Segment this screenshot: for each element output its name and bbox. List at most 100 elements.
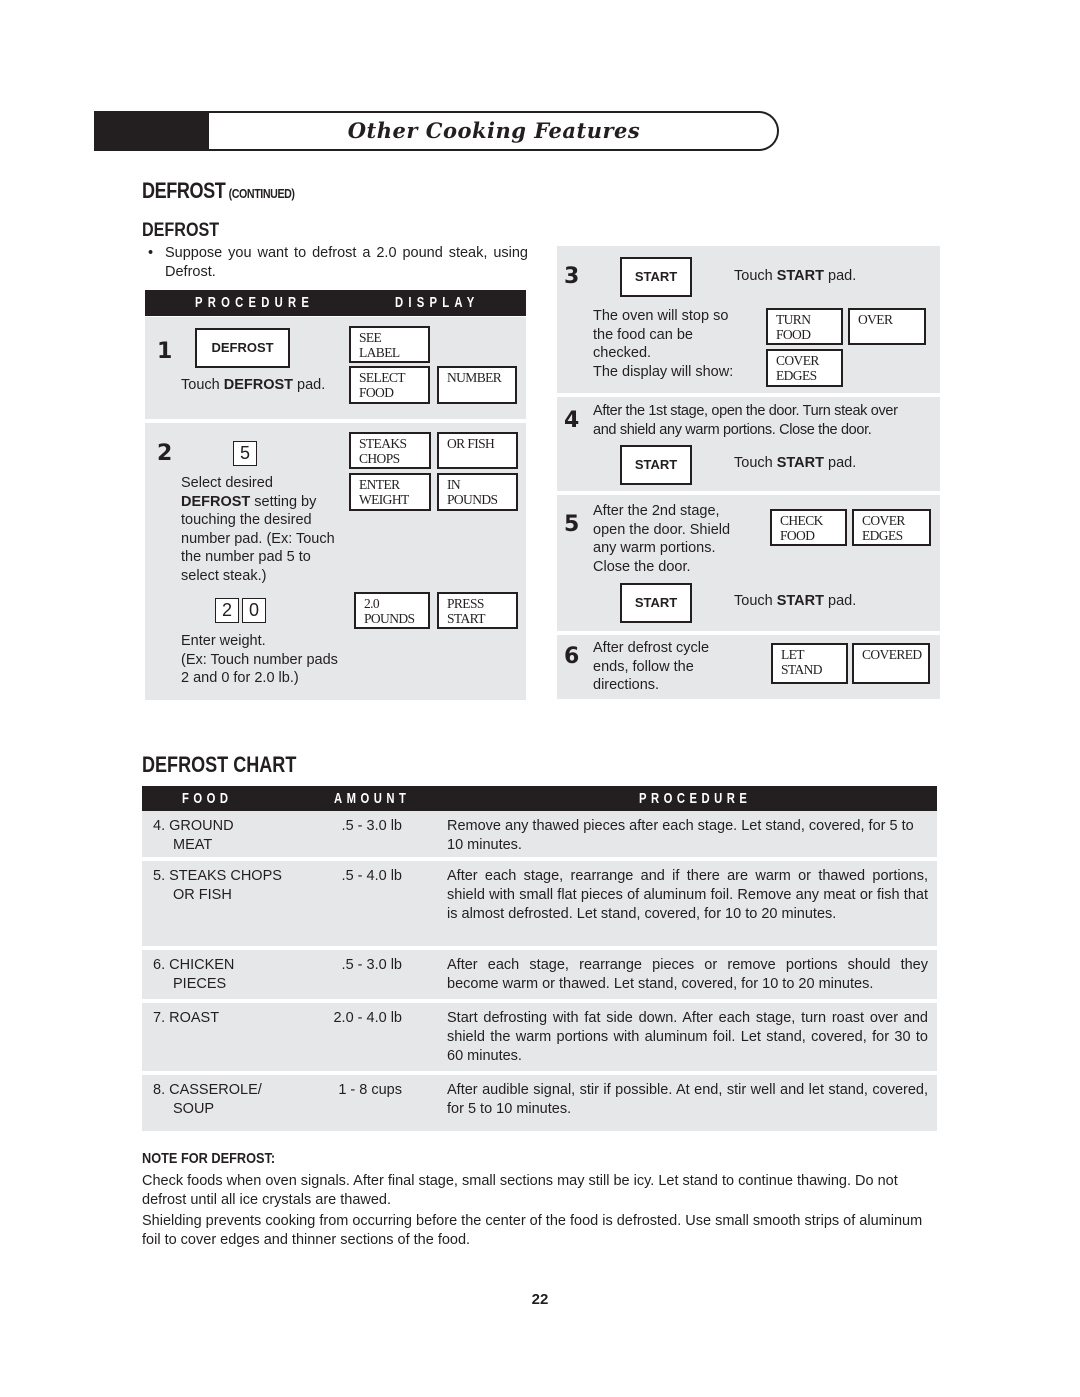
amount-cell: 2.0 - 4.0 lb: [333, 1010, 402, 1026]
display-line: COVER: [776, 353, 819, 368]
start-pad-button[interactable]: START: [620, 583, 692, 623]
section-title-text: DEFROST: [142, 178, 226, 203]
text-line: ends, follow the: [593, 658, 694, 675]
number-pad-2-key[interactable]: 2: [215, 598, 239, 623]
number-pad-0-key[interactable]: 0: [242, 598, 266, 623]
display-line: SELECT: [359, 370, 406, 385]
text-line: open the door. Shield: [593, 521, 731, 538]
food-name-cont: PIECES: [173, 976, 227, 992]
display-line: IN: [447, 477, 461, 492]
food-name: 6. CHICKEN: [153, 957, 235, 973]
text: setting by: [250, 493, 317, 510]
text: pad.: [293, 377, 326, 393]
display-line: POUNDS: [364, 611, 415, 626]
step-5-instruction: After the 2nd stage, open the door. Shie…: [593, 502, 763, 576]
food-cell: 8. CASSEROLE/SOUP: [153, 1081, 303, 1119]
intro-sentence: Suppose you want to defrost a 2.0 pound …: [165, 245, 528, 280]
text-line: After the 1st stage, open the door. Turn…: [593, 403, 898, 419]
text-line: number pad. (Ex: Touch: [181, 530, 335, 547]
step-3-instruction: The oven will stop so the food can be ch…: [593, 307, 763, 381]
step-6-instruction: After defrost cycle ends, follow the dir…: [593, 639, 763, 695]
food-cell: 7. ROAST: [153, 1009, 303, 1028]
text-line: the number pad 5 to: [181, 549, 311, 565]
display-line: COVER: [862, 513, 905, 528]
text: Touch: [734, 455, 777, 471]
chart-row: 6. CHICKEN PIECES .5 - 3.0 lb After each …: [142, 950, 937, 999]
display-line: POUNDS: [447, 492, 498, 507]
display-line: EDGES: [776, 368, 817, 383]
step-1-panel: 1 DEFROST Touch DEFROST pad. SEE LABEL SE…: [145, 317, 526, 419]
display-panel: LET STAND: [771, 643, 848, 684]
display-panel: COVER EDGES: [852, 509, 931, 546]
step-number: 5: [564, 512, 580, 537]
chart-row: 4. GROUND MEAT .5 - 3.0 lb Remove any tha…: [142, 811, 937, 857]
display-panel: ENTER WEIGHT: [349, 473, 431, 511]
section-title: DEFROST (CONTINUED): [142, 178, 295, 204]
step-4-instruction: After the 1st stage, open the door. Turn…: [593, 402, 938, 439]
section-title-suffix: (CONTINUED): [228, 186, 295, 201]
header-procedure: PROCEDURE: [195, 294, 315, 311]
text: pad.: [824, 593, 857, 609]
text-bold: DEFROST: [181, 493, 251, 510]
step-number: 3: [564, 264, 580, 289]
amount-cell: .5 - 3.0 lb: [341, 818, 402, 834]
display-line: CHOPS: [359, 451, 400, 466]
display-line: COVERED: [862, 647, 922, 662]
procedure-cell: After each stage, rearrange pieces or re…: [447, 957, 928, 992]
step-2-instruction: Select desired DEFROST setting by touchi…: [181, 474, 361, 585]
amount-cell: .5 - 4.0 lb: [341, 868, 402, 884]
step-3-panel: 3 START Touch START pad. The oven will s…: [557, 246, 940, 393]
procedure-cell: Remove any thawed pieces after each stag…: [447, 818, 914, 853]
chart-header: FOOD AMOUNT PROCEDURE: [142, 786, 937, 811]
procedure-cell: Start defrosting with fat side down. Aft…: [447, 1010, 928, 1064]
display-line: START: [447, 611, 485, 626]
step-5-panel: 5 After the 2nd stage, open the door. Sh…: [557, 495, 940, 631]
chart-row: 7. ROAST 2.0 - 4.0 lb Start defrosting w…: [142, 1003, 937, 1071]
header-food: FOOD: [182, 790, 233, 807]
page-number: 22: [531, 1291, 549, 1308]
display-panel: PRESS START: [437, 592, 518, 629]
food-cell: 6. CHICKEN PIECES: [153, 956, 303, 994]
food-cell: 5. STEAKS CHOPS OR FISH: [153, 867, 303, 905]
display-panel: COVERED: [852, 643, 930, 684]
defrost-pad-button[interactable]: DEFROST: [195, 328, 290, 368]
display-line: TURN: [776, 312, 811, 327]
display-line: NUMBER: [447, 370, 502, 385]
food-name-cont: SOUP: [173, 1101, 215, 1117]
display-panel: 2.0 POUNDS: [354, 592, 430, 629]
page-title: Other Cooking Features: [347, 118, 641, 143]
text-line: 2 and 0 for 2.0 lb.): [181, 670, 299, 686]
step-1-instruction: Touch DEFROST pad.: [181, 376, 325, 395]
display-panel: COVER EDGES: [766, 349, 843, 387]
header-amount: AMOUNT: [334, 790, 411, 807]
text-bold: START: [776, 268, 824, 284]
start-pad-button[interactable]: START: [620, 257, 692, 297]
display-line: LET: [781, 647, 805, 662]
text-line: touching the desired: [181, 512, 312, 528]
display-line: FOOD: [359, 385, 394, 400]
display-line: FOOD: [776, 327, 811, 342]
step-number: 2: [157, 441, 173, 466]
display-panel: SELECT FOOD: [349, 366, 430, 404]
text-line: any warm portions.: [593, 540, 716, 556]
start-pad-button[interactable]: START: [620, 445, 692, 485]
step-6-panel: 6 After defrost cycle ends, follow the d…: [557, 635, 940, 699]
step-number: 4: [564, 408, 580, 433]
touch-start-instruction: Touch START pad.: [734, 592, 856, 611]
display-line: LABEL: [359, 345, 400, 360]
text-line: select steak.): [181, 567, 267, 584]
step-2-panel: 2 5 Select desired DEFROST setting by to…: [145, 423, 526, 700]
step-number: 6: [564, 644, 580, 669]
number-pad-5-key[interactable]: 5: [233, 441, 257, 466]
step-4-panel: 4 After the 1st stage, open the door. Tu…: [557, 397, 940, 491]
step-number: 1: [157, 339, 173, 364]
chart-row: 5. STEAKS CHOPS OR FISH .5 - 4.0 lb After…: [142, 861, 937, 946]
bullet-icon: •: [148, 245, 154, 261]
text-line: Enter weight.: [181, 633, 266, 649]
text-line: Close the door.: [593, 558, 691, 575]
text: pad.: [824, 268, 857, 284]
amount-cell: 1 - 8 cups: [338, 1082, 402, 1098]
text: Touch: [181, 377, 224, 393]
text-bold: START: [776, 455, 824, 471]
display-line: STEAKS: [359, 436, 407, 451]
